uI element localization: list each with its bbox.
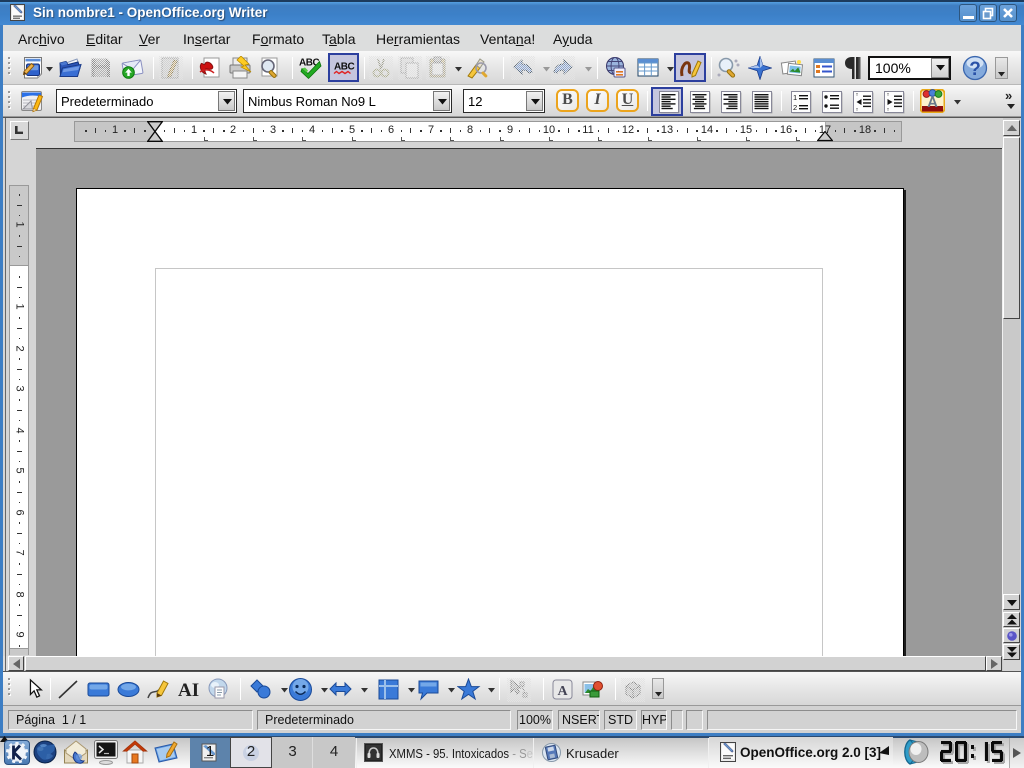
svg-text:A: A [558,684,569,699]
svg-text:A: A [927,94,938,111]
svg-text:1: 1 [793,93,797,102]
svg-text:ABC: ABC [334,62,354,73]
svg-text:?: ? [969,59,981,80]
svg-text:2: 2 [793,103,797,112]
